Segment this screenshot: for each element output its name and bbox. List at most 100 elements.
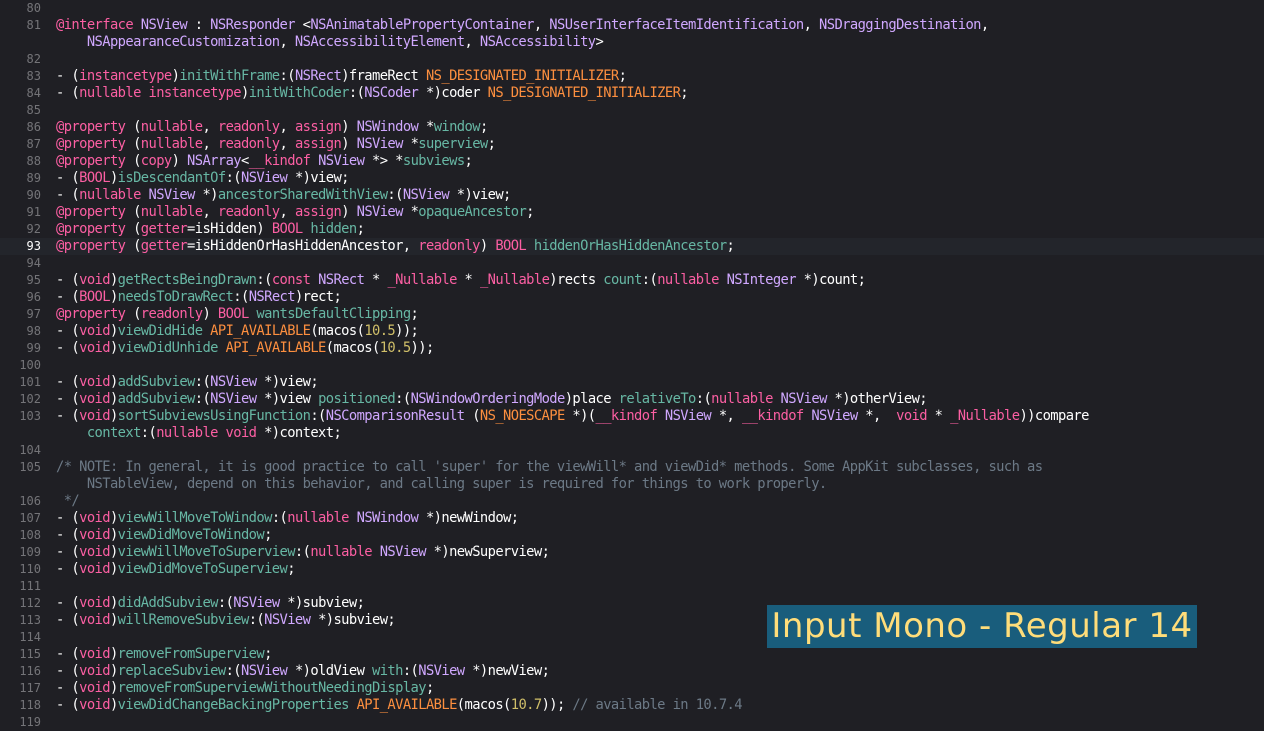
keyword-token: __kindof	[595, 408, 658, 424]
plain-token: =isHiddenOrHasHiddenAncestor,	[187, 238, 419, 254]
method-token: viewDidChangeBackingProperties	[117, 697, 350, 713]
macro-token: API_AVAILABLE	[356, 697, 458, 713]
plain-token: )	[109, 391, 118, 407]
plain-token: =isHidden)	[187, 221, 272, 237]
code-line[interactable]: 110 - (void)viewDidMoveToSuperview;	[0, 561, 1264, 578]
code-line[interactable]: 86 @property (nullable, readonly, assign)…	[0, 119, 1264, 136]
code-line[interactable]: 106 */	[0, 493, 1264, 510]
code-line[interactable]: NSTableView, depend on this behavior, an…	[0, 476, 1264, 493]
method-token: positioned	[318, 391, 396, 407]
code-text: @property (nullable, readonly, assign) N…	[56, 204, 534, 221]
code-line[interactable]: 116- (void)replaceSubview:(NSView *)oldV…	[0, 663, 1264, 680]
plain-token: *)count;	[795, 272, 866, 288]
code-line[interactable]: 102- (void)addSubview:(NSView *)view pos…	[0, 391, 1264, 408]
code-line[interactable]: 80	[0, 0, 1264, 17]
plain-token: )	[109, 663, 118, 679]
plain-token: *	[418, 119, 434, 135]
code-line[interactable]: 88 @property (copy) NSArray<__kindof NSVi…	[0, 153, 1264, 170]
line-number: 93	[26, 239, 41, 253]
plain-token: :(	[194, 391, 211, 407]
code-line[interactable]: 105 /* NOTE: In general, it is good pract…	[0, 459, 1264, 476]
line-number: 99	[26, 341, 41, 355]
method-token: didAddSubview	[117, 595, 219, 611]
code-text: - (nullable instancetype)initWithCoder:(…	[56, 85, 689, 102]
code-line[interactable]: 111	[0, 578, 1264, 595]
keyword-token: readonly	[418, 238, 480, 254]
code-line[interactable]: 92 @property (getter=isHidden) BOOL hidde…	[0, 221, 1264, 238]
code-line[interactable]: 81 @interface NSView : NSResponder <NSAni…	[0, 17, 1264, 34]
code-line[interactable]: 82	[0, 51, 1264, 68]
plain-token: ;	[356, 221, 365, 237]
plain-token: *)newView;	[464, 663, 550, 679]
keyword-token: nullable void	[156, 425, 257, 441]
code-line[interactable]: 91 @property (nullable, readonly, assign)…	[0, 204, 1264, 221]
plain-token: :(	[279, 68, 296, 84]
code-line[interactable]: 89 - (BOOL)isDescendantOf:(NSView *)view;	[0, 170, 1264, 187]
keyword-token: _Nullable	[950, 408, 1020, 424]
current-code-line[interactable]: 93 @property (getter=isHiddenOrHasHiddenA…	[0, 238, 1264, 255]
code-line[interactable]: 98 - (void)viewDidHide API_AVAILABLE(maco…	[0, 323, 1264, 340]
code-line[interactable]: 107 - (void)viewWillMoveToWindow:(nullabl…	[0, 510, 1264, 527]
code-line[interactable]: 84 - (nullable instancetype)initWithCoder…	[0, 85, 1264, 102]
code-line[interactable]: NSAppearanceCustomization, NSAccessibili…	[0, 34, 1264, 51]
code-line[interactable]: 95- (void)getRectsBeingDrawn:(const NSRe…	[0, 272, 1264, 289]
code-line[interactable]: 109 - (void)viewWillMoveToSuperview:(null…	[0, 544, 1264, 561]
type-token: NSRect	[248, 289, 296, 305]
keyword-token: void	[79, 595, 110, 611]
code-line[interactable]: 94	[0, 255, 1264, 272]
method-token: needsToDrawRect	[117, 289, 234, 305]
plain-token: ;	[618, 68, 627, 84]
keyword-token: nullable	[140, 204, 203, 220]
plain-token: )	[109, 646, 118, 662]
code-line[interactable]: 103- (void)sortSubviewsUsingFunction:(NS…	[0, 408, 1264, 425]
code-line[interactable]: 85	[0, 102, 1264, 119]
code-line[interactable]: 99 - (void)viewDidUnhide API_AVAILABLE(ma…	[0, 340, 1264, 357]
keyword-token: getter	[140, 238, 188, 254]
plain-token: ,	[279, 204, 295, 220]
code-line[interactable]: 83 - (instancetype)initWithFrame:(NSRect)…	[0, 68, 1264, 85]
plain-token: *)otherView;	[826, 391, 928, 407]
plain-token: (	[464, 408, 480, 424]
keyword-token: void	[79, 374, 110, 390]
comment-token: // available in 10.7.4	[564, 697, 742, 713]
code-text: /* NOTE: In general, it is good practice…	[56, 459, 1043, 476]
code-text: - (void)viewDidMoveToWindow;	[56, 527, 272, 544]
method-token: viewDidMoveToSuperview	[117, 561, 288, 577]
code-text: */	[56, 493, 80, 510]
line-number: 83	[26, 69, 41, 83]
type-token: NSRect	[318, 272, 365, 288]
keyword-token: nullable	[140, 136, 203, 152]
code-text: @property (nullable, readonly, assign) N…	[56, 136, 496, 153]
type-token: NSInteger	[726, 272, 797, 288]
code-line[interactable]: context:(nullable void *)context;	[0, 425, 1264, 442]
code-editor[interactable]: 80 81 @interface NSView : NSResponder <NSA…	[0, 0, 1264, 731]
plain-token: :(	[387, 187, 403, 203]
code-line[interactable]: 100	[0, 357, 1264, 374]
code-text: @interface NSView : NSResponder <NSAnima…	[56, 17, 989, 34]
plain-token: *)coder	[418, 85, 488, 101]
code-text: @property (copy) NSArray<__kindof NSView…	[56, 153, 473, 170]
code-line[interactable]: 87 @property (nullable, readonly, assign)…	[0, 136, 1264, 153]
code-line[interactable]: 90 - (nullable NSView *)ancestorSharedWit…	[0, 187, 1264, 204]
line-number: 95	[26, 273, 41, 287]
code-text: - (void)viewWillMoveToSuperview:(nullabl…	[56, 544, 550, 561]
plain-token: )	[109, 374, 118, 390]
type-token: NSView	[318, 153, 365, 169]
code-line[interactable]: 108 - (void)viewDidMoveToWindow;	[0, 527, 1264, 544]
type-token: NSWindowOrderingMode	[410, 391, 566, 407]
code-line[interactable]: 96 - (BOOL)needsToDrawRect:(NSRect)rect;	[0, 289, 1264, 306]
code-line[interactable]: 117 - (void)removeFromSuperviewWithoutNee…	[0, 680, 1264, 697]
code-line[interactable]: 118 - (void)viewDidChangeBackingPropertie…	[0, 697, 1264, 714]
code-line[interactable]: 104	[0, 442, 1264, 459]
method-token: initWithCoder	[248, 85, 350, 101]
code-line[interactable]: 97 @property (readonly) BOOL wantsDefault…	[0, 306, 1264, 323]
code-line[interactable]: 115 - (void)removeFromSuperview;	[0, 646, 1264, 663]
code-line[interactable]: 119	[0, 714, 1264, 731]
code-line[interactable]: 101 - (void)addSubview:(NSView *)view;	[0, 374, 1264, 391]
plain-token: )	[202, 306, 218, 322]
keyword-token: nullable	[310, 544, 372, 560]
keyword-token: void	[896, 408, 927, 424]
plain-token: ;	[680, 85, 688, 101]
